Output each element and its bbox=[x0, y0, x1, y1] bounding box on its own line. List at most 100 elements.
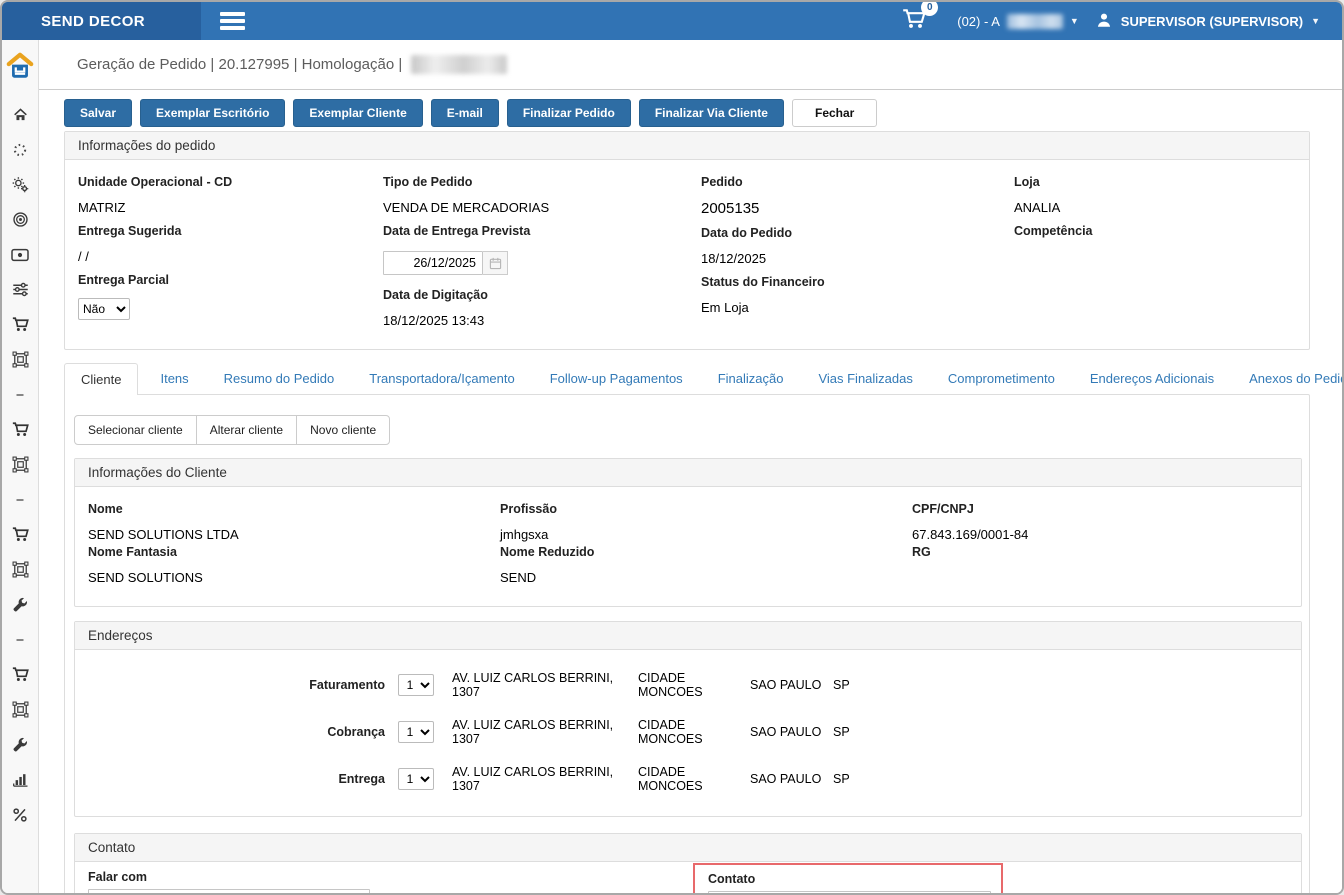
chart-icon[interactable] bbox=[2, 762, 39, 797]
data-entrega-input[interactable] bbox=[383, 251, 483, 275]
cart-icon[interactable] bbox=[2, 657, 39, 692]
tab-bar: Cliente Itens Resumo do Pedido Transportado… bbox=[64, 363, 1310, 394]
address-number-select[interactable]: 1 bbox=[398, 721, 434, 743]
cart-count-badge: 0 bbox=[921, 0, 938, 16]
spinner-icon[interactable] bbox=[2, 132, 39, 167]
field-value: 18/12/2025 13:43 bbox=[383, 313, 701, 328]
cart-icon[interactable] bbox=[2, 307, 39, 342]
contato-input[interactable] bbox=[708, 891, 991, 893]
finalizar-via-cliente-button[interactable]: Finalizar Via Cliente bbox=[639, 99, 784, 127]
tab-enderecos-adicionais[interactable]: Endereços Adicionais bbox=[1077, 363, 1227, 394]
e-mail-button[interactable]: E-mail bbox=[431, 99, 499, 127]
field-label: Entrega Sugerida bbox=[78, 224, 383, 238]
address-city: SAO PAULO bbox=[750, 772, 833, 786]
frame-icon[interactable] bbox=[2, 342, 39, 377]
field-label: Nome Fantasia bbox=[88, 545, 500, 559]
salvar-button[interactable]: Salvar bbox=[64, 99, 132, 127]
field-label: Competência bbox=[1014, 224, 1296, 238]
alterar-cliente-button[interactable]: Alterar cliente bbox=[196, 415, 297, 445]
address-state: SP bbox=[833, 725, 850, 739]
tab-itens[interactable]: Itens bbox=[147, 363, 201, 394]
order-number: 2005135 bbox=[701, 200, 1014, 217]
address-city: SAO PAULO bbox=[750, 725, 833, 739]
cart-icon bbox=[901, 18, 927, 35]
sidebar bbox=[2, 40, 39, 893]
field-value: / / bbox=[78, 249, 383, 264]
cart-icon[interactable] bbox=[2, 412, 39, 447]
address-number-select[interactable]: 1 bbox=[398, 674, 434, 696]
wrench-icon[interactable] bbox=[2, 727, 39, 762]
store-label: (02) - A bbox=[957, 14, 1000, 29]
field-label: Profissão bbox=[500, 502, 912, 516]
breadcrumb: Geração de Pedido | 20.127995 | Homologa… bbox=[77, 56, 402, 73]
novo-cliente-button[interactable]: Novo cliente bbox=[296, 415, 390, 445]
tab-vias-finalizadas[interactable]: Vias Finalizadas bbox=[805, 363, 925, 394]
field-label: Loja bbox=[1014, 175, 1296, 189]
store-selector[interactable]: (02) - A ▼ bbox=[957, 14, 1079, 29]
field-label: Nome Reduzido bbox=[500, 545, 912, 559]
chevron-down-icon: ▼ bbox=[1070, 16, 1079, 26]
address-state: SP bbox=[833, 772, 850, 786]
tab-transportadora-icamento[interactable]: Transportadora/Içamento bbox=[356, 363, 527, 394]
selecionar-cliente-button[interactable]: Selecionar cliente bbox=[74, 415, 197, 445]
money-icon[interactable] bbox=[2, 237, 39, 272]
frame-icon[interactable] bbox=[2, 552, 39, 587]
tab-anexos-do-pedido[interactable]: Anexos do Pedido bbox=[1236, 363, 1342, 394]
tab-comprometimento[interactable]: Comprometimento bbox=[935, 363, 1068, 394]
sliders-icon[interactable] bbox=[2, 272, 39, 307]
brand-title[interactable]: SEND DECOR bbox=[2, 2, 201, 40]
breadcrumb-bar: Geração de Pedido | 20.127995 | Homologa… bbox=[39, 40, 1342, 90]
address-number-select[interactable]: 1 bbox=[398, 768, 434, 790]
cart-button[interactable]: 0 bbox=[901, 7, 927, 36]
field-label: Status do Financeiro bbox=[701, 275, 1014, 289]
tab-content-cliente: Selecionar clienteAlterar clienteNovo cl… bbox=[64, 394, 1310, 893]
tab-follow-up-pagamentos[interactable]: Follow-up Pagamentos bbox=[537, 363, 696, 394]
cart-icon[interactable] bbox=[2, 517, 39, 552]
field-value bbox=[1014, 249, 1296, 264]
calendar-icon[interactable] bbox=[483, 251, 508, 275]
field-label: Data do Pedido bbox=[701, 226, 1014, 240]
home-icon[interactable] bbox=[2, 97, 39, 132]
tab-finalizacao[interactable]: Finalização bbox=[705, 363, 797, 394]
address-street: AV. LUIZ CARLOS BERRINI, 1307 bbox=[452, 765, 638, 793]
client-info-panel: Informações do Cliente Nome SEND SOLUTIO… bbox=[74, 458, 1302, 607]
frame-icon[interactable] bbox=[2, 692, 39, 727]
field-label: Data de Entrega Prevista bbox=[383, 224, 701, 238]
address-district: CIDADE MONCOES bbox=[638, 765, 750, 793]
app-logo-icon[interactable] bbox=[5, 51, 35, 81]
highlight-annotation-box: Contato bbox=[693, 863, 1003, 893]
order-info-title: Informações do pedido bbox=[65, 132, 1309, 160]
toolbar: Salvar Exemplar Escritório Exemplar Client… bbox=[64, 99, 1342, 127]
field-label: RG bbox=[912, 545, 1288, 559]
target-icon[interactable] bbox=[2, 202, 39, 237]
field-value: jmhgsxa bbox=[500, 527, 912, 542]
field-label: Contato bbox=[708, 872, 992, 886]
address-type-label: Faturamento bbox=[88, 678, 385, 692]
address-type-label: Entrega bbox=[88, 772, 385, 786]
user-menu[interactable]: SUPERVISOR (SUPERVISOR) ▼ bbox=[1095, 11, 1320, 32]
exemplar-escritorio-button[interactable]: Exemplar Escritório bbox=[140, 99, 285, 127]
user-label: SUPERVISOR (SUPERVISOR) bbox=[1121, 14, 1303, 29]
contact-left-column: Falar com Email de contato Código do paí… bbox=[88, 870, 1288, 893]
finalizar-pedido-button[interactable]: Finalizar Pedido bbox=[507, 99, 631, 127]
percent-icon[interactable] bbox=[2, 797, 39, 832]
contact-panel: Contato Falar com Email de contato Códig… bbox=[74, 833, 1302, 893]
client-info-fields: Nome SEND SOLUTIONS LTDA Nome Fantasia S… bbox=[75, 487, 1301, 606]
separator-dash-icon bbox=[2, 482, 39, 517]
redacted-breadcrumb-text bbox=[411, 55, 507, 74]
field-label: Nome bbox=[88, 502, 500, 516]
frame-icon[interactable] bbox=[2, 447, 39, 482]
address-street: AV. LUIZ CARLOS BERRINI, 1307 bbox=[452, 718, 638, 746]
gears-icon[interactable] bbox=[2, 167, 39, 202]
entrega-parcial-select[interactable]: Não bbox=[78, 298, 130, 320]
client-actions: Selecionar clienteAlterar clienteNovo cl… bbox=[74, 415, 390, 445]
fechar-button[interactable]: Fechar bbox=[792, 99, 877, 127]
tab-resumo-do-pedido[interactable]: Resumo do Pedido bbox=[211, 363, 348, 394]
address-type-label: Cobrança bbox=[88, 725, 385, 739]
app-window: SEND DECOR 0 (02) - A ▼ SUPERVISOR (SUPE… bbox=[0, 0, 1344, 895]
exemplar-cliente-button[interactable]: Exemplar Cliente bbox=[293, 99, 422, 127]
wrench-icon[interactable] bbox=[2, 587, 39, 622]
tab-cliente[interactable]: Cliente bbox=[64, 363, 138, 395]
hamburger-menu-icon[interactable] bbox=[220, 12, 245, 30]
falar-com-input[interactable] bbox=[88, 889, 370, 893]
